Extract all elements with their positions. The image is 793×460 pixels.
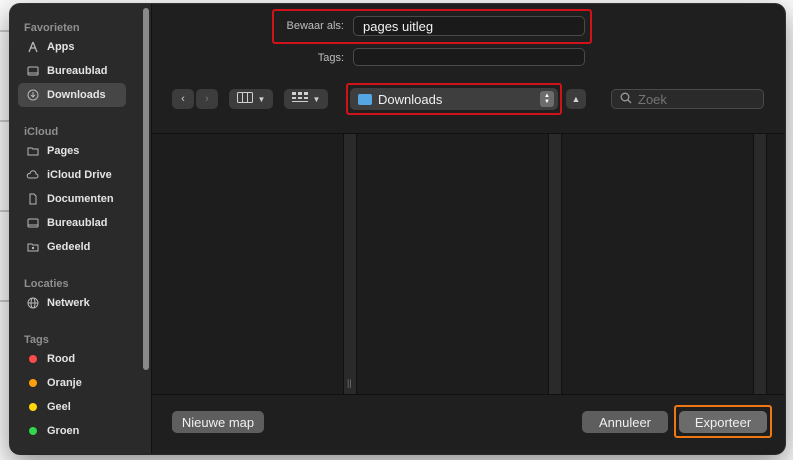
sidebar-item-label: Bureaublad	[47, 65, 108, 77]
sidebar-item-apps[interactable]: Apps	[18, 35, 126, 59]
save-as-label: Bewaar als:	[286, 20, 344, 32]
location-select[interactable]: Downloads ▲ ▼	[350, 88, 558, 110]
grid-icon	[291, 92, 308, 106]
document-icon	[26, 193, 39, 206]
sidebar-item-label: Apps	[47, 41, 75, 53]
sidebar-item-label: Gedeeld	[47, 241, 91, 253]
sidebar-item-bureaublad[interactable]: Bureaublad	[18, 59, 126, 83]
sidebar-item-tag-rood[interactable]: Rood	[18, 347, 126, 371]
save-dialog: Favorieten Apps Bureaublad Downloads iCl…	[10, 4, 785, 454]
chevron-down-icon: ▼	[312, 94, 321, 104]
view-columns-button[interactable]: ▼	[229, 89, 273, 109]
sidebar-item-downloads[interactable]: Downloads	[18, 83, 126, 107]
tag-dot-icon	[26, 377, 39, 390]
sidebar-item-bureaublad-icloud[interactable]: Bureaublad	[18, 211, 126, 235]
sidebar-item-label: Oranje	[47, 377, 82, 389]
new-folder-button[interactable]: Nieuwe map	[172, 411, 264, 433]
search-icon	[620, 92, 632, 107]
sidebar-item-label: Netwerk	[47, 297, 90, 309]
tag-dot-icon	[26, 425, 39, 438]
sidebar: Favorieten Apps Bureaublad Downloads iCl…	[10, 4, 152, 454]
forward-button[interactable]: ›	[196, 89, 218, 109]
up-down-arrows-icon: ▲ ▼	[540, 91, 554, 107]
sidebar-item-label: Bureaublad	[47, 217, 108, 229]
sidebar-item-documenten[interactable]: Documenten	[18, 187, 126, 211]
sidebar-section-icloud: iCloud	[24, 126, 59, 138]
collapse-button[interactable]: ▲	[566, 89, 586, 109]
chevron-down-icon: ▼	[257, 94, 266, 104]
network-icon	[26, 297, 39, 310]
sidebar-item-label: Pages	[47, 145, 80, 157]
sidebar-item-tag-geel[interactable]: Geel	[18, 395, 126, 419]
downloads-icon	[26, 89, 39, 102]
sidebar-section-tags: Tags	[24, 334, 49, 346]
sidebar-item-label: Documenten	[47, 193, 114, 205]
save-as-input[interactable]	[353, 16, 585, 36]
sidebar-item-netwerk[interactable]: Netwerk	[18, 291, 126, 315]
group-button[interactable]: ▼	[284, 89, 328, 109]
sidebar-item-label: Rood	[47, 353, 76, 365]
column-scrollbar[interactable]	[548, 134, 562, 394]
back-button[interactable]: ‹	[172, 89, 194, 109]
folder-icon	[26, 145, 39, 158]
desktop-icon	[26, 65, 39, 78]
sidebar-item-label: Geel	[47, 401, 71, 413]
sidebar-item-label: Downloads	[47, 89, 106, 101]
location-select-value: Downloads	[378, 91, 443, 107]
sidebar-item-gedeeld[interactable]: Gedeeld	[18, 235, 126, 259]
apps-icon	[26, 41, 39, 54]
file-browser: ||	[152, 133, 785, 395]
sidebar-section-locations: Locaties	[24, 278, 69, 290]
columns-view-icon	[236, 92, 253, 106]
downloads-folder-icon	[358, 93, 372, 105]
cancel-button[interactable]: Annuleer	[582, 411, 668, 433]
sidebar-scrollbar[interactable]	[143, 8, 149, 370]
export-button[interactable]: Exporteer	[679, 411, 767, 433]
chevron-right-icon: ›	[205, 93, 209, 105]
search-input[interactable]	[638, 91, 758, 107]
sidebar-item-icloud-drive[interactable]: iCloud Drive	[18, 163, 126, 187]
tags-label: Tags:	[317, 52, 344, 64]
column-scrollbar[interactable]: ||	[343, 134, 357, 394]
resize-grip-icon[interactable]: ||	[347, 378, 352, 388]
desktop-icon	[26, 217, 39, 230]
tag-dot-icon	[26, 401, 39, 414]
tags-input[interactable]	[353, 48, 585, 66]
sidebar-item-label: iCloud Drive	[47, 169, 112, 181]
shared-folder-icon	[26, 241, 39, 254]
column-scrollbar[interactable]	[753, 134, 767, 394]
cloud-icon	[26, 169, 39, 182]
sidebar-item-pages[interactable]: Pages	[18, 139, 126, 163]
search-field[interactable]	[611, 89, 764, 109]
sidebar-item-tag-oranje[interactable]: Oranje	[18, 371, 126, 395]
chevron-up-icon: ▲	[571, 94, 581, 104]
sidebar-item-label: Groen	[47, 425, 80, 437]
sidebar-item-tag-groen[interactable]: Groen	[18, 419, 126, 443]
sidebar-section-favorites: Favorieten	[24, 22, 80, 34]
tag-dot-icon	[26, 353, 39, 366]
chevron-left-icon: ‹	[181, 93, 185, 105]
